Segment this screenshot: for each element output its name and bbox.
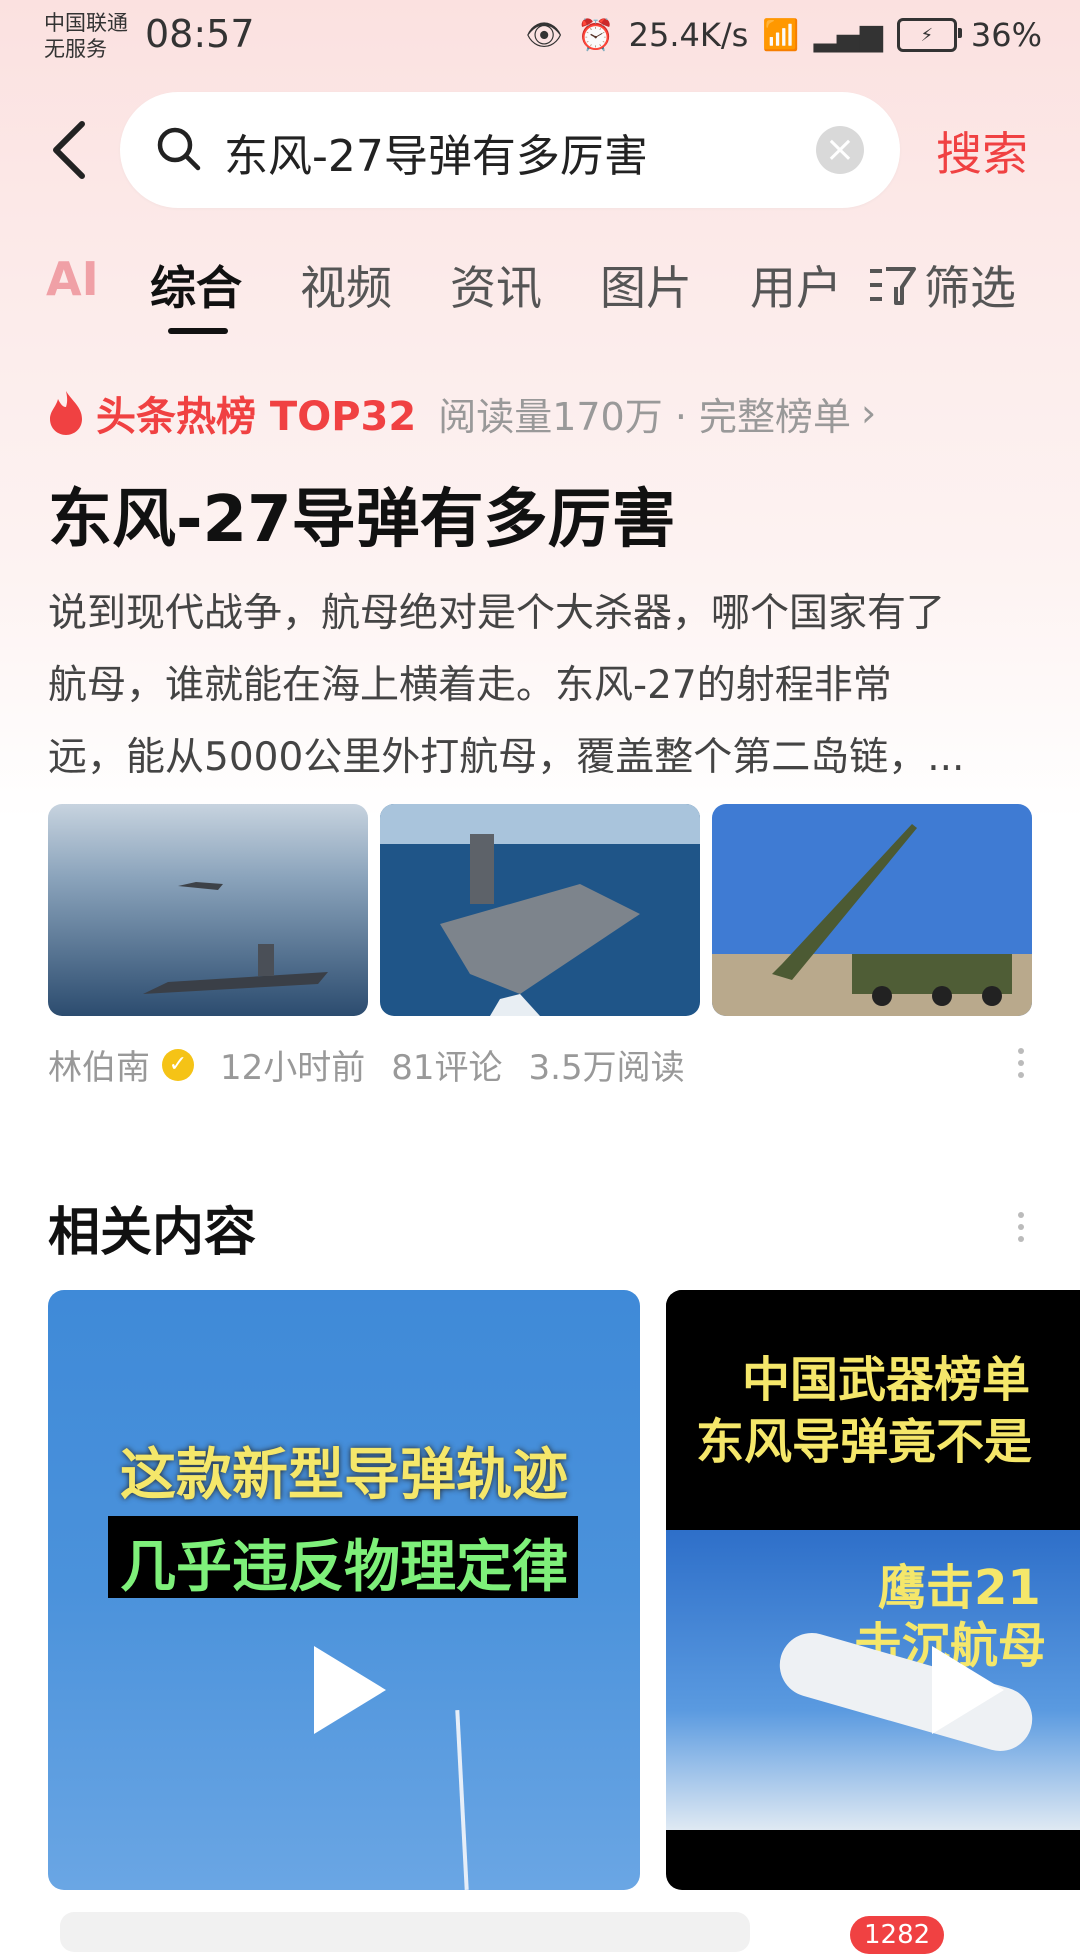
tab-images[interactable]: 图片 [600, 252, 692, 318]
clock: 08:57 [145, 12, 255, 56]
battery-icon: ⚡ [896, 18, 962, 52]
carrier-name: 中国联通 [44, 11, 128, 35]
chevron-right-icon: › [860, 391, 877, 435]
video-caption-line1: 这款新型导弹轨迹 [120, 1443, 568, 1508]
status-bar: 中国联通 无服务 08:57 👁 ⏰ 25.4K/s 📶 ▂▄▆ ⚡ 36% [0, 0, 1080, 80]
tab-news[interactable]: 资讯 [450, 252, 542, 318]
verified-badge-icon: ✓ [162, 1048, 194, 1081]
filter-icon [870, 267, 916, 305]
related-more-icon[interactable] [1018, 1206, 1026, 1248]
category-tabs: AI 综合 视频 资讯 图片 用户 筛选 [0, 250, 1080, 340]
carrier-info: 中国联通 无服务 [44, 10, 128, 62]
hot-rank-row[interactable]: 头条热榜 TOP32 阅读量170万 · 完整榜单 › [46, 384, 876, 442]
tab-video[interactable]: 视频 [300, 252, 392, 318]
clear-icon[interactable]: × [816, 126, 864, 174]
tab-comprehensive[interactable]: 综合 [150, 252, 242, 318]
back-arrow-icon[interactable] [48, 118, 88, 182]
active-tab-indicator [168, 328, 228, 334]
notification-badge: 1282 [850, 1916, 945, 1954]
related-section-title: 相关内容 [48, 1203, 257, 1263]
eye-icon: 👁 [525, 17, 564, 53]
search-input[interactable]: 东风-27导弹有多厉害 [224, 120, 648, 184]
net-speed: 25.4K/s [628, 16, 749, 54]
read-count: 3.5万阅读 [528, 1048, 685, 1088]
hot-rank-meta: 阅读量170万 · 完整榜单 [438, 394, 851, 439]
play-icon[interactable] [932, 1646, 1004, 1734]
tab-users[interactable]: 用户 [750, 252, 842, 318]
status-icons: 👁 ⏰ 25.4K/s 📶 ▂▄▆ ⚡ 36% [525, 16, 1042, 54]
article-snippet[interactable]: 说到现代战争，航母绝对是个大杀器，哪个国家有了 航母，谁就能在海上横着走。东风-… [48, 578, 1038, 794]
video2-caption-line1: 中国武器榜单 [742, 1352, 1031, 1408]
carrier-deck-image[interactable] [380, 804, 700, 1016]
missile-trail [455, 1710, 469, 1890]
article-images [48, 804, 1032, 1016]
filter-label: 筛选 [924, 261, 1016, 315]
wifi-icon: 📶 [762, 17, 800, 53]
alarm-icon: ⏰ [577, 17, 615, 53]
author-name[interactable]: 林伯南 [48, 1040, 150, 1089]
flame-icon [50, 391, 82, 435]
carrier-at-sea-image[interactable] [48, 804, 368, 1016]
battery-level: 36% [970, 16, 1042, 54]
signal-icon: ▂▄▆ [813, 17, 883, 53]
filter-button[interactable]: 筛选 [868, 252, 1016, 318]
search-box[interactable]: 东风-27导弹有多厉害 × [120, 92, 900, 208]
hot-rank-label: 头条热榜 TOP32 [96, 394, 417, 440]
article-title[interactable]: 东风-27导弹有多厉害 [48, 468, 676, 560]
publish-time: 12小时前 [220, 1048, 366, 1088]
tab-ai[interactable]: AI [46, 252, 99, 306]
search-icon [157, 127, 201, 171]
video-caption-line2: 几乎违反物理定律 [120, 1535, 568, 1600]
related-video-card[interactable]: 这款新型导弹轨迹 几乎违反物理定律 [48, 1290, 640, 1890]
related-video-card-2[interactable]: 中国武器榜单 东风导弹竟不是 鹰击21 击沉航母 [666, 1290, 1080, 1890]
play-icon[interactable] [314, 1646, 386, 1734]
comment-count: 81评论 [391, 1048, 503, 1088]
bottom-input-bar[interactable] [60, 1912, 750, 1952]
snippet-line: 说到现代战争，航母绝对是个大杀器，哪个国家有了 [48, 591, 946, 636]
video2-caption-line2: 东风导弹竟不是 [696, 1414, 1033, 1470]
service-status: 无服务 [44, 37, 107, 61]
snippet-line: 航母，谁就能在海上横着走。东风-27的射程非常 [48, 663, 892, 708]
more-options-icon[interactable] [1018, 1042, 1026, 1084]
search-button[interactable]: 搜索 [936, 118, 1028, 184]
missile-launcher-image[interactable] [712, 804, 1032, 1016]
article-meta: 林伯南 ✓ 12小时前 81评论 3.5万阅读 [48, 1040, 685, 1089]
snippet-line: 远，能从5000公里外打航母，覆盖整个第二岛链，... [48, 735, 965, 780]
